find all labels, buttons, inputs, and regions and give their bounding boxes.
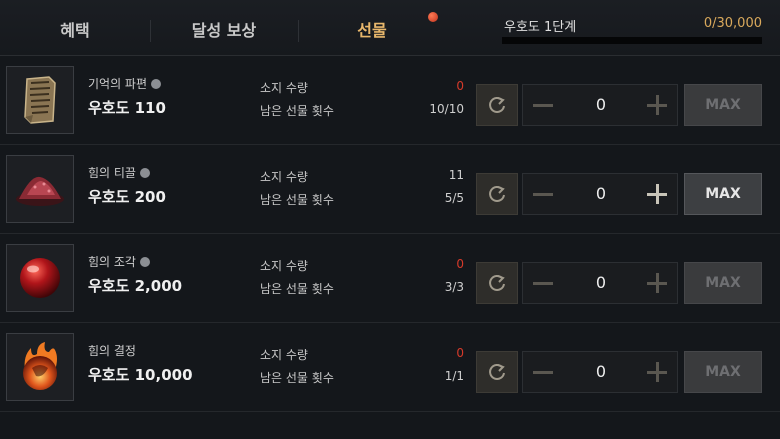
item-name: 힘의 결정 — [88, 344, 136, 358]
remaining-label: 남은 선물 횟수 — [260, 371, 334, 385]
item-name: 힘의 조각 — [88, 253, 150, 270]
red-orb-icon[interactable] — [6, 244, 74, 312]
quantity-value: 0 — [595, 273, 607, 292]
dust-icon[interactable] — [6, 155, 74, 223]
reset-button[interactable] — [476, 173, 518, 215]
plus-button[interactable] — [647, 362, 667, 382]
tab-gifts[interactable]: 선물 — [298, 0, 446, 56]
max-button[interactable]: MAX — [684, 84, 762, 126]
affinity-points-count: 0/30,000 — [703, 16, 762, 31]
quantity-value: 0 — [595, 184, 607, 203]
quantity-stepper: 0 — [522, 173, 678, 215]
reset-icon — [489, 97, 505, 113]
tab-achievement-rewards[interactable]: 달성 보상 — [150, 0, 298, 56]
plus-button[interactable] — [647, 184, 667, 204]
item-affinity-value: 우호도 2,000 — [88, 277, 183, 295]
quantity-stepper: 0 — [522, 262, 678, 304]
item-affinity-value: 우호도 200 — [88, 188, 166, 206]
quantity-stepper: 0 — [522, 351, 678, 393]
max-button[interactable]: MAX — [684, 173, 762, 215]
reset-button[interactable] — [476, 84, 518, 126]
fire-orb-icon[interactable] — [6, 333, 74, 401]
bound-icon — [151, 79, 162, 89]
minus-button[interactable] — [533, 184, 553, 204]
bound-icon — [139, 168, 150, 178]
gift-row: 힘의 조각 우호도 2,000 소지 수량 남은 선물 횟수 0 3/3 0 M… — [0, 235, 780, 323]
owned-value: 0 — [456, 79, 464, 93]
owned-value: 0 — [456, 346, 464, 360]
reset-button[interactable] — [476, 262, 518, 304]
affinity-stage-label: 우호도 1단계 — [504, 20, 577, 35]
reset-icon — [489, 186, 505, 202]
remaining-value: 10/10 — [429, 102, 464, 116]
owned-label: 소지 수량 — [260, 259, 308, 273]
remaining-value: 5/5 — [444, 191, 464, 205]
reset-button[interactable] — [476, 351, 518, 393]
plus-button[interactable] — [647, 273, 667, 293]
owned-value: 0 — [456, 257, 464, 271]
scroll-icon[interactable] — [6, 66, 74, 134]
item-affinity-value: 우호도 10,000 — [88, 366, 193, 384]
remaining-label: 남은 선물 횟수 — [260, 282, 334, 296]
gift-row: 힘의 결정 우호도 10,000 소지 수량 남은 선물 횟수 0 1/1 0 … — [0, 324, 780, 412]
owned-label: 소지 수량 — [260, 170, 308, 184]
tab-benefits[interactable]: 혜택 — [0, 0, 150, 56]
bound-icon — [139, 257, 150, 267]
owned-value: 11 — [448, 168, 464, 182]
top-bar: 혜택 달성 보상 선물 우호도 1단계 0/30,000 — [0, 0, 780, 56]
item-name: 힘의 티끌 — [88, 164, 150, 181]
item-affinity-value: 우호도 110 — [88, 99, 166, 117]
max-button[interactable]: MAX — [684, 262, 762, 304]
reset-icon — [489, 275, 505, 291]
remaining-label: 남은 선물 횟수 — [260, 193, 334, 207]
quantity-stepper: 0 — [522, 84, 678, 126]
quantity-value: 0 — [595, 95, 607, 114]
reset-icon — [489, 364, 505, 380]
affinity-progress-bar — [502, 37, 762, 44]
item-name: 기억의 파편 — [88, 75, 162, 92]
notification-dot-icon — [428, 12, 438, 22]
remaining-label: 남은 선물 횟수 — [260, 104, 334, 118]
gift-row: 힘의 티끌 우호도 200 소지 수량 남은 선물 횟수 11 5/5 0 MA… — [0, 146, 780, 234]
quantity-value: 0 — [595, 362, 607, 381]
remaining-value: 1/1 — [444, 369, 464, 383]
owned-label: 소지 수량 — [260, 81, 308, 95]
gift-row: 기억의 파편 우호도 110 소지 수량 남은 선물 횟수 0 10/10 0 … — [0, 57, 780, 145]
remaining-value: 3/3 — [444, 280, 464, 294]
owned-label: 소지 수량 — [260, 348, 308, 362]
minus-button[interactable] — [533, 95, 553, 115]
minus-button[interactable] — [533, 273, 553, 293]
minus-button[interactable] — [533, 362, 553, 382]
max-button[interactable]: MAX — [684, 351, 762, 393]
plus-button[interactable] — [647, 95, 667, 115]
